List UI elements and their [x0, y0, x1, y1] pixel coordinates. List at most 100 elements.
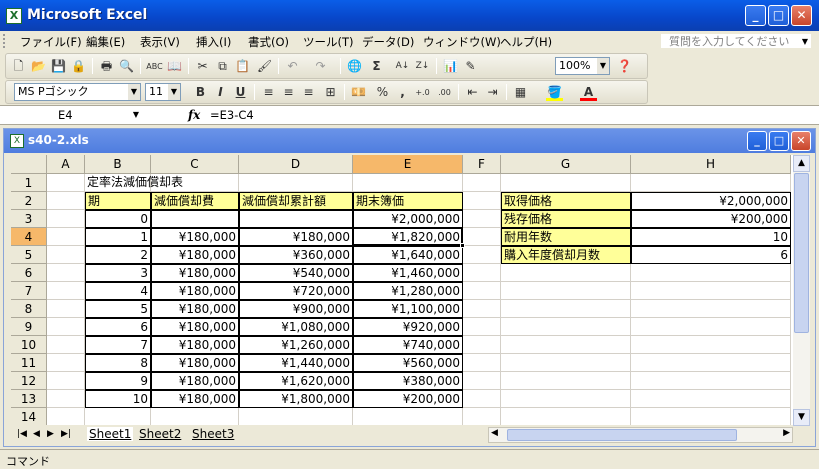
data-cell[interactable]: ¥200,000 — [353, 390, 463, 408]
cell-a7[interactable] — [47, 282, 85, 300]
data-cell[interactable]: ¥180,000 — [151, 372, 239, 390]
cell-a2[interactable] — [47, 192, 85, 210]
data-cell[interactable]: ¥1,280,000 — [353, 282, 463, 300]
close-button[interactable]: ✕ — [791, 5, 812, 26]
cell-f4[interactable] — [463, 228, 501, 246]
cell-g11[interactable] — [501, 354, 631, 372]
menu-format[interactable]: 書式(O) — [248, 34, 289, 50]
sort-descending-icon[interactable]: Z↓ — [414, 58, 431, 75]
cell-f2[interactable] — [463, 192, 501, 210]
menu-tools[interactable]: ツール(T) — [303, 34, 354, 50]
cell-a1[interactable] — [47, 174, 85, 192]
cell-f10[interactable] — [463, 336, 501, 354]
header-cell[interactable]: 減価償却費 — [151, 192, 239, 210]
data-cell[interactable]: ¥900,000 — [239, 300, 353, 318]
data-cell[interactable]: ¥380,000 — [353, 372, 463, 390]
cell-f8[interactable] — [463, 300, 501, 318]
param-value-cell[interactable]: ¥2,000,000 — [631, 192, 791, 210]
undo-icon[interactable]: ↶ — [284, 58, 301, 75]
param-label-cell[interactable]: 購入年度償却月数 — [501, 246, 631, 264]
fill-handle[interactable] — [460, 243, 465, 248]
cell-h12[interactable] — [631, 372, 791, 390]
cell-f5[interactable] — [463, 246, 501, 264]
data-cell[interactable]: ¥1,820,000 — [353, 228, 463, 246]
fill-color-icon[interactable]: 🪣 — [546, 84, 563, 101]
column-header-h[interactable]: H — [631, 155, 791, 174]
cell-d14[interactable] — [239, 408, 353, 425]
chart-wizard-icon[interactable]: 📊 — [442, 58, 459, 75]
data-cell[interactable]: 9 — [85, 372, 151, 390]
data-cell[interactable]: ¥1,100,000 — [353, 300, 463, 318]
worksheet-grid[interactable]: A B C D E F G H 1 2 3 4 5 6 7 8 9 10 11 12 13 14 定率法減価償却表期減価償却… — [11, 155, 793, 425]
cell-f11[interactable] — [463, 354, 501, 372]
autosum-icon[interactable]: Σ — [368, 58, 385, 75]
cell-a11[interactable] — [47, 354, 85, 372]
cell-a6[interactable] — [47, 264, 85, 282]
horizontal-scrollbar[interactable]: ◀ ▶ — [488, 427, 793, 443]
row-header-5[interactable]: 5 — [11, 246, 47, 264]
help-icon[interactable]: ❓ — [616, 58, 633, 75]
data-cell[interactable]: ¥180,000 — [151, 354, 239, 372]
underline-icon[interactable]: U — [232, 84, 249, 101]
copy-icon[interactable]: ⧉ — [214, 58, 231, 75]
param-value-cell[interactable]: 10 — [631, 228, 791, 246]
cell-g13[interactable] — [501, 390, 631, 408]
cell-f13[interactable] — [463, 390, 501, 408]
prev-sheet-icon[interactable]: ◀ — [33, 429, 40, 439]
cell-a13[interactable] — [47, 390, 85, 408]
cell-g1[interactable] — [501, 174, 631, 192]
data-cell[interactable]: ¥560,000 — [353, 354, 463, 372]
new-icon[interactable]: 🗋 — [10, 58, 27, 75]
data-cell[interactable]: ¥180,000 — [151, 300, 239, 318]
row-header-10[interactable]: 10 — [11, 336, 47, 354]
data-cell[interactable]: 8 — [85, 354, 151, 372]
cell-g14[interactable] — [501, 408, 631, 425]
cell-f6[interactable] — [463, 264, 501, 282]
row-header-2[interactable]: 2 — [11, 192, 47, 210]
vertical-scroll-thumb[interactable] — [794, 173, 809, 333]
chevron-down-icon[interactable]: ▼ — [802, 34, 808, 49]
sheet-title-cell[interactable]: 定率法減価償却表 — [85, 174, 285, 192]
row-header-11[interactable]: 11 — [11, 354, 47, 372]
chevron-down-icon[interactable]: ▼ — [597, 58, 609, 74]
print-icon[interactable]: 🖶 — [98, 58, 115, 75]
row-header-14[interactable]: 14 — [11, 408, 47, 425]
data-cell[interactable]: ¥1,800,000 — [239, 390, 353, 408]
zoom-combo[interactable]: 100% ▼ — [555, 57, 610, 75]
column-header-c[interactable]: C — [151, 155, 239, 174]
font-size-combo[interactable]: 11 ▼ — [145, 83, 181, 101]
print-preview-icon[interactable]: 🔍 — [118, 58, 135, 75]
chevron-down-icon[interactable]: ▼ — [133, 107, 139, 123]
data-cell[interactable]: 2 — [85, 246, 151, 264]
workbook-restore-button[interactable]: □ — [769, 131, 789, 151]
header-cell[interactable]: 減価償却累計額 — [239, 192, 353, 210]
cell-f14[interactable] — [463, 408, 501, 425]
data-cell[interactable]: ¥180,000 — [151, 390, 239, 408]
italic-icon[interactable]: I — [212, 84, 229, 101]
param-label-cell[interactable]: 残存価格 — [501, 210, 631, 228]
data-cell[interactable]: 7 — [85, 336, 151, 354]
bold-icon[interactable]: B — [192, 84, 209, 101]
cell-g9[interactable] — [501, 318, 631, 336]
data-cell[interactable]: 5 — [85, 300, 151, 318]
paste-icon[interactable]: 📋 — [234, 58, 251, 75]
cell-c14[interactable] — [151, 408, 239, 425]
workbook-minimize-button[interactable]: _ — [747, 131, 767, 151]
data-cell[interactable]: ¥1,460,000 — [353, 264, 463, 282]
param-value-cell[interactable]: 6 — [631, 246, 791, 264]
data-cell[interactable]: ¥1,080,000 — [239, 318, 353, 336]
param-label-cell[interactable]: 耐用年数 — [501, 228, 631, 246]
redo-icon[interactable]: ↷ — [312, 58, 329, 75]
cell-h10[interactable] — [631, 336, 791, 354]
data-cell[interactable]: 6 — [85, 318, 151, 336]
data-cell[interactable]: ¥1,260,000 — [239, 336, 353, 354]
row-header-1[interactable]: 1 — [11, 174, 47, 192]
insert-function-icon[interactable]: fx — [188, 108, 200, 122]
data-cell[interactable]: ¥540,000 — [239, 264, 353, 282]
maximize-button[interactable]: □ — [768, 5, 789, 26]
chevron-down-icon[interactable]: ▼ — [168, 84, 180, 100]
row-header-3[interactable]: 3 — [11, 210, 47, 228]
data-cell[interactable] — [151, 210, 239, 228]
cell-f7[interactable] — [463, 282, 501, 300]
cell-a14[interactable] — [47, 408, 85, 425]
